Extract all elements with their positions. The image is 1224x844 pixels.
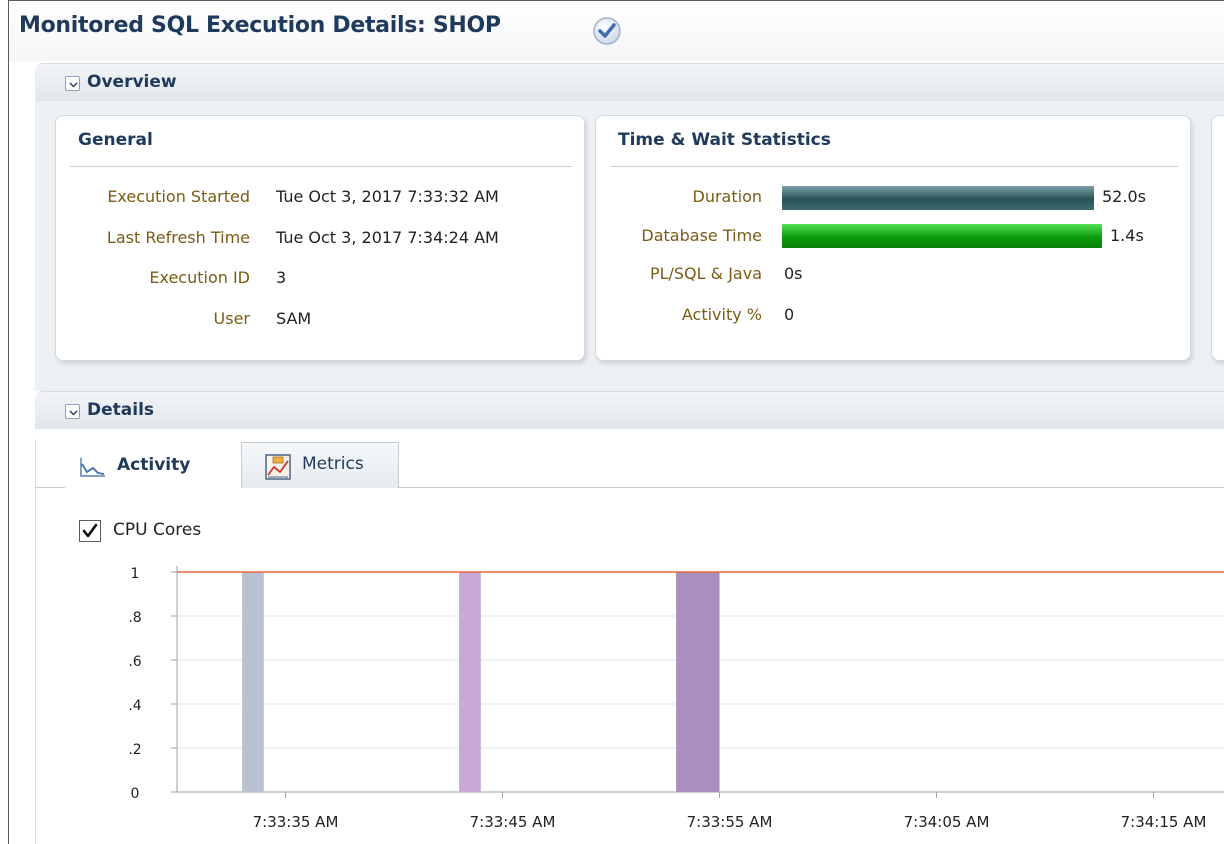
activity-bar bbox=[459, 572, 481, 792]
activity-bar bbox=[676, 572, 720, 792]
x-tick-label: 7:33:35 AM bbox=[253, 813, 339, 831]
y-tick-label: 0 bbox=[131, 786, 140, 802]
y-tick-label: .4 bbox=[128, 698, 141, 714]
y-tick-label: 1 bbox=[131, 566, 140, 582]
activity-chart: 0 .2 .4 .6 .8 1 7:33:35 AM 7:33:45 AM 7:33:55 AM… bbox=[128, 566, 1224, 831]
activity-bar bbox=[242, 572, 264, 792]
x-tick-label: 7:33:45 AM bbox=[470, 813, 556, 831]
x-tick-label: 7:34:05 AM bbox=[904, 813, 990, 831]
window-frame: Monitored SQL Execution Details: SHOP Ov… bbox=[8, 0, 1224, 844]
y-tick-label: .6 bbox=[128, 654, 141, 670]
y-tick-label: .2 bbox=[128, 742, 141, 758]
y-tick-label: .8 bbox=[128, 610, 141, 626]
x-tick-label: 7:34:15 AM bbox=[1121, 813, 1207, 831]
x-tick-label: 7:33:55 AM bbox=[687, 813, 773, 831]
